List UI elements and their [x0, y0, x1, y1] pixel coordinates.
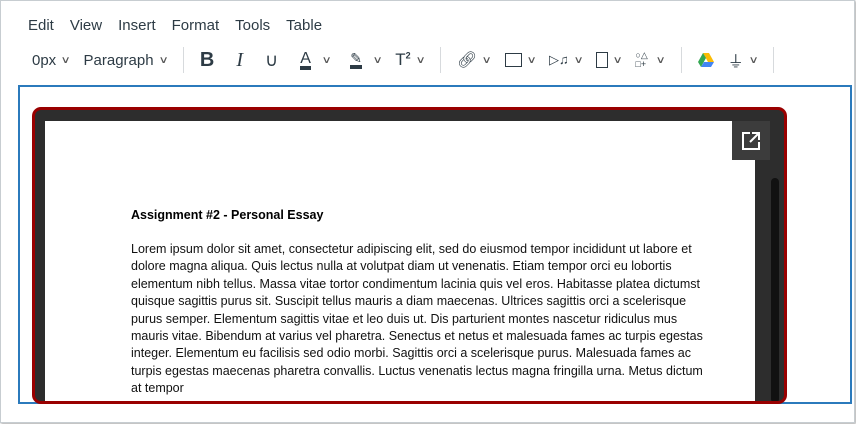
superscript-label: 2	[405, 50, 411, 61]
bold-icon: B	[199, 48, 215, 71]
menu-insert[interactable]: Insert	[118, 17, 156, 34]
media-icon: ▷♫	[548, 52, 569, 67]
link-button[interactable]: 🔗︎ ∨	[457, 50, 493, 70]
highlight-icon: ✎	[350, 51, 362, 69]
chevron-down-icon: ∨	[481, 54, 493, 66]
document-title: Assignment #2 - Personal Essay	[131, 208, 324, 222]
document-page: Assignment #2 - Personal Essay Lorem ips…	[45, 121, 755, 401]
chevron-down-icon: ∨	[158, 54, 169, 66]
text-color-button[interactable]: A ∨	[300, 50, 332, 70]
external-link-icon	[742, 131, 760, 150]
apps-button[interactable]: ○△ □+ ∨	[635, 50, 667, 69]
font-size-select[interactable]: 0px ∨	[24, 51, 71, 69]
divider	[680, 47, 682, 73]
italic-button[interactable]: I	[236, 49, 243, 72]
chevron-down-icon: ∨	[655, 54, 667, 66]
image-icon	[504, 53, 522, 67]
menu-bar: Edit View Insert Format Tools Table	[28, 17, 338, 34]
divider	[773, 47, 775, 73]
divider	[182, 47, 184, 73]
chevron-down-icon: ∨	[612, 54, 623, 66]
chevron-down-icon: ∨	[372, 54, 383, 66]
google-drive-icon	[697, 53, 714, 67]
scrollbar[interactable]	[771, 178, 779, 401]
document-body: Lorem ipsum dolor sit amet, consectetur …	[131, 242, 703, 396]
superscript-icon: T2	[395, 50, 411, 69]
image-button[interactable]: ∨	[504, 53, 537, 67]
menu-tools[interactable]: Tools	[235, 17, 270, 34]
block-format-select[interactable]: Paragraph ∨	[83, 51, 169, 69]
shapes-icon: ○△ □+	[635, 50, 648, 69]
document-icon	[596, 52, 609, 68]
chevron-down-icon: ∨	[573, 54, 584, 66]
superscript-button[interactable]: T2 ∨	[395, 50, 426, 70]
menu-table[interactable]: Table	[286, 17, 322, 34]
highlight-button[interactable]: ✎ ∨	[350, 51, 383, 69]
block-format-value: Paragraph	[83, 51, 154, 69]
chevron-down-icon: ∨	[60, 54, 71, 66]
bold-button[interactable]: B	[200, 49, 214, 72]
plug-icon: ⏚	[727, 54, 744, 71]
link-icon: 🔗︎	[457, 52, 478, 69]
document-button[interactable]: ∨	[596, 52, 623, 68]
chevron-down-icon: ∨	[526, 54, 537, 66]
divider	[440, 47, 442, 73]
font-size-value: 0px	[32, 51, 57, 69]
google-drive-button[interactable]	[697, 53, 714, 67]
chevron-down-icon: ∨	[415, 54, 426, 66]
plugin-button[interactable]: ⏚ ∨	[727, 48, 759, 72]
media-button[interactable]: ▷♫ ∨	[548, 52, 584, 68]
menu-view[interactable]: View	[70, 17, 102, 34]
chevron-down-icon: ∨	[748, 54, 759, 66]
chevron-down-icon: ∨	[321, 54, 332, 66]
open-external-button[interactable]	[732, 121, 770, 160]
menu-edit[interactable]: Edit	[28, 17, 54, 34]
italic-icon: I	[236, 48, 244, 71]
menu-format[interactable]: Format	[172, 17, 220, 34]
underline-button[interactable]: ∪	[265, 50, 278, 71]
text-color-icon: A	[300, 50, 311, 70]
embedded-document-frame[interactable]: Assignment #2 - Personal Essay Lorem ips…	[32, 107, 787, 404]
underline-icon: ∪	[265, 49, 279, 70]
toolbar: 0px ∨ Paragraph ∨ B I ∪ A ∨ ✎ ∨ T2 ∨ 🔗︎ ∨ ∨ ▷♫…	[24, 47, 790, 73]
